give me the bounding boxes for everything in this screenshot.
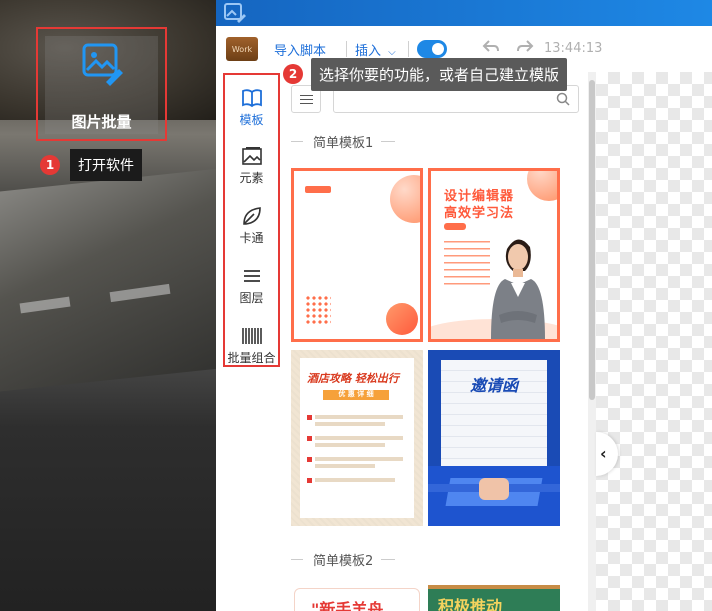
decor-circle <box>527 171 557 201</box>
insert-label: 插入 <box>355 44 382 59</box>
step2-badge: 2 <box>283 64 303 84</box>
decor-circle <box>386 303 418 335</box>
board-frame <box>428 585 560 589</box>
band-text: 优 惠 详 细 <box>338 390 374 398</box>
text-line <box>315 422 385 426</box>
section-title-1: 简单模板1 <box>291 132 396 151</box>
text-line <box>315 436 403 440</box>
template-title: 酒店攻略 轻松出行 <box>307 372 399 385</box>
toolbar-divider <box>408 41 409 57</box>
desktop-background: 图片批量 1 打开软件 <box>0 0 216 611</box>
person-photo <box>491 239 545 339</box>
template-tag <box>444 223 466 230</box>
import-script-button[interactable]: 导入脚本 <box>274 40 326 59</box>
template-title: "新手羊舟 <box>311 600 384 611</box>
rail-label: 批量组合 <box>227 351 276 365</box>
app-window: Work 导入脚本 插入 ⌵ 13:44:13 模板 元素 卡通 图层 批量组合… <box>216 0 712 611</box>
template-title: 积极推动 <box>438 597 503 611</box>
section-title-text: 简单模板1 <box>313 136 374 151</box>
decor-circle <box>390 175 420 223</box>
bullet-icon <box>307 436 312 441</box>
layers-icon <box>243 270 260 282</box>
rail-label: 模板 <box>239 113 264 127</box>
template-text-lines <box>444 241 490 289</box>
rail-item-batch-combine[interactable]: 批量组合 <box>225 315 278 375</box>
barcode-icon <box>241 328 262 344</box>
toolbar-divider <box>346 41 347 57</box>
shortcut-label: 图片批量 <box>71 113 132 131</box>
rail-label: 卡通 <box>239 231 264 245</box>
toggle-switch[interactable] <box>417 40 447 58</box>
template-card[interactable]: 邀请函 <box>428 350 560 526</box>
decor-dots <box>305 295 331 325</box>
text-line <box>315 478 395 482</box>
undo-icon[interactable] <box>482 39 500 53</box>
bullet-icon <box>307 457 312 462</box>
template-card[interactable]: 积极推动 <box>428 585 560 611</box>
rail-label: 图层 <box>239 291 264 305</box>
search-icon[interactable] <box>556 92 570 106</box>
step1-text: 打开软件 <box>70 149 142 181</box>
title-bar <box>216 0 712 26</box>
image-edit-icon <box>82 43 123 86</box>
clock-time: 13:44:13 <box>544 41 603 56</box>
template-sheet: 酒店攻略 轻松出行 优 惠 详 细 <box>300 358 414 518</box>
rail-item-elements[interactable]: 元素 <box>225 135 278 195</box>
text-line <box>315 443 385 447</box>
text-line <box>315 457 403 461</box>
template-band: 优 惠 详 细 <box>323 390 389 400</box>
rail-item-layers[interactable]: 图层 <box>225 255 278 315</box>
template-tag <box>305 186 331 193</box>
menu-icon <box>300 95 313 104</box>
chevron-down-icon: ⌵ <box>388 47 396 58</box>
redo-icon[interactable] <box>516 39 534 53</box>
bullet-icon <box>307 478 312 483</box>
desktop-app-shortcut[interactable]: 图片批量 <box>36 27 167 141</box>
step1-callout: 1 打开软件 <box>40 149 142 181</box>
rail-item-templates[interactable]: 模板 <box>225 77 278 137</box>
work-folder-icon[interactable]: Work <box>226 37 258 61</box>
image-icon <box>241 147 262 165</box>
desktop-road <box>0 164 216 396</box>
insert-menu-button[interactable]: 插入 ⌵ <box>355 40 396 59</box>
template-subtitle: 高效学习法 <box>444 206 515 221</box>
rail-label: 元素 <box>239 171 264 185</box>
template-card[interactable]: 设计编辑器 高效学习法 <box>428 168 560 342</box>
rail-item-cartoon[interactable]: 卡通 <box>225 195 278 255</box>
leaf-icon <box>242 207 261 225</box>
template-title: 邀请函 <box>469 376 518 395</box>
design-canvas[interactable] <box>596 72 712 611</box>
step1-badge: 1 <box>40 155 60 175</box>
chevron-left-icon: ‹ <box>600 444 607 463</box>
template-card[interactable] <box>291 168 423 342</box>
book-icon <box>241 89 262 108</box>
toggle-knob <box>432 43 444 55</box>
text-line <box>315 464 375 468</box>
template-card[interactable]: "新手羊舟 <box>294 588 420 611</box>
scrollbar-thumb[interactable] <box>589 80 595 400</box>
tool-rail: 模板 元素 卡通 图层 批量组合 <box>223 73 280 367</box>
ribbon-bow <box>479 478 509 500</box>
step2-text: 选择你要的功能，或者自己建立模版 <box>311 57 568 91</box>
template-card[interactable]: 酒店攻略 轻松出行 优 惠 详 细 <box>291 350 423 526</box>
section-title-text: 简单模板2 <box>313 554 374 569</box>
text-line <box>315 415 403 419</box>
app-logo-icon <box>224 3 246 23</box>
bullet-icon <box>307 415 312 420</box>
step2-callout: 2 选择你要的功能，或者自己建立模版 <box>283 57 568 91</box>
section-title-2: 简单模板2 <box>291 550 396 569</box>
panel-scrollbar[interactable] <box>588 72 596 611</box>
